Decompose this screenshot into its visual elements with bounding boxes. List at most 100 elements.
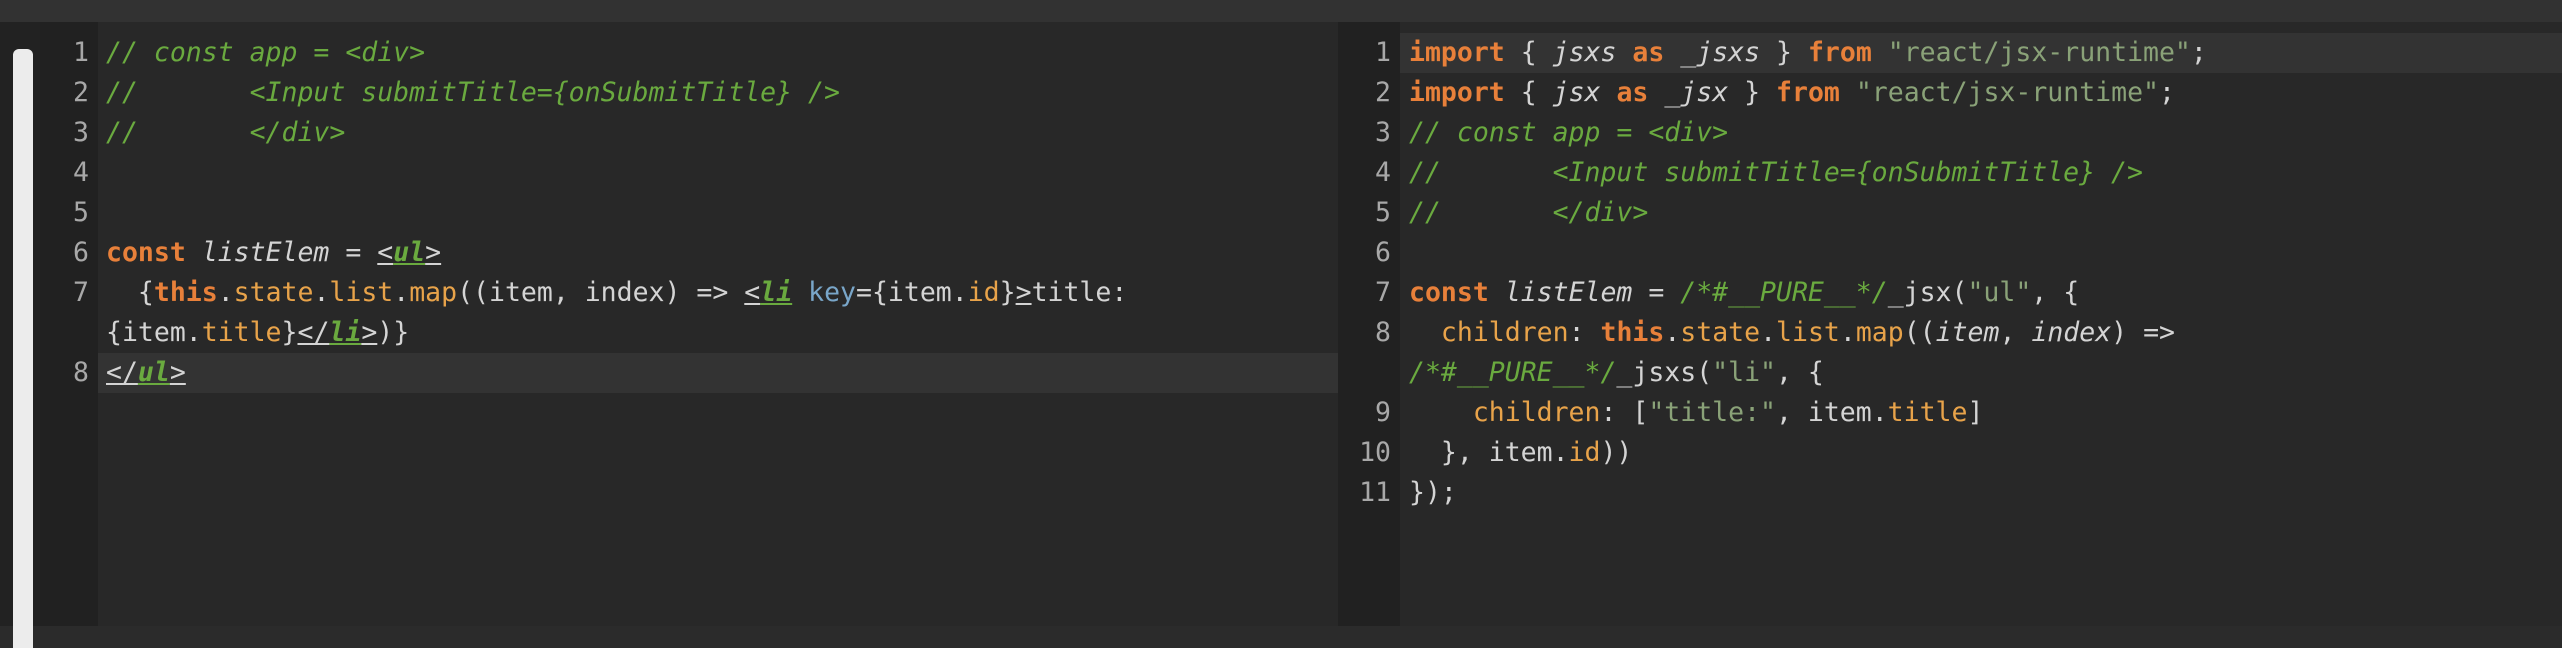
line-number: 8 <box>1375 317 1391 348</box>
code-text: . <box>1760 317 1777 348</box>
code-line[interactable]: 9 children: ["title:", item.title] <box>1338 393 2562 433</box>
line-content[interactable]: // </div> <box>106 113 345 153</box>
line-content[interactable]: children: ["title:", item.title] <box>1409 393 1984 433</box>
output-editor-pane[interactable]: 1 import { jsxs as _jsxs } from "react/j… <box>1338 22 2562 626</box>
jsx-tag: ul <box>137 357 170 388</box>
code-line-wrap[interactable]: /*#__PURE__*/_jsxs("li", { <box>1338 353 2562 393</box>
line-content[interactable]: }, item.id)) <box>1409 433 1632 473</box>
method: map <box>1855 317 1904 348</box>
line-content[interactable]: </ul> <box>106 353 186 393</box>
keyword: as <box>1632 37 1665 68</box>
comment: // const app = <div> <box>1409 117 1729 148</box>
code-line[interactable]: 5 <box>40 193 1338 233</box>
source-editor-pane[interactable]: 1 // const app = <div> 2 // <Input submi… <box>40 22 1338 626</box>
code-line[interactable]: 7 {this.state.list.map((item, index) => … <box>40 273 1338 313</box>
code-text: = <box>1632 277 1681 308</box>
tag-bracket: < <box>744 277 761 308</box>
code-text: { <box>1504 77 1553 108</box>
code-line[interactable]: 6 <box>1338 233 2562 273</box>
line-number: 5 <box>73 197 89 228</box>
comment: // <Input submitTitle={onSubmitTitle} /> <box>106 77 840 108</box>
keyword: this <box>153 277 218 308</box>
line-content[interactable]: // const app = <div> <box>1409 113 1728 153</box>
line-number: 3 <box>73 117 89 148</box>
line-content[interactable]: import { jsxs as _jsxs } from "react/jsx… <box>1409 33 2207 73</box>
code-text: ((item, index) => <box>457 277 745 308</box>
line-content[interactable]: /*#__PURE__*/_jsxs("li", { <box>1409 353 1824 393</box>
scrollbar-track[interactable] <box>0 22 40 648</box>
code-line[interactable]: 2 // <Input submitTitle={onSubmitTitle} … <box>40 73 1338 113</box>
line-content[interactable]: const listElem = <ul> <box>106 233 441 273</box>
comment: // <Input submitTitle={onSubmitTitle} /> <box>1409 157 2143 188</box>
code-line[interactable]: 6 const listElem = <ul> <box>40 233 1338 273</box>
keyword: const <box>1409 277 1489 308</box>
code-text: { <box>1504 37 1553 68</box>
code-text: , { <box>2031 277 2080 308</box>
code-line[interactable]: 2 import { jsx as _jsx } from "react/jsx… <box>1338 73 2562 113</box>
property: title <box>201 317 282 348</box>
code-line[interactable]: 4 // <Input submitTitle={onSubmitTitle} … <box>1338 153 2562 193</box>
code-text: ) => <box>2111 317 2175 348</box>
line-number: 6 <box>73 237 89 268</box>
code-line-current[interactable]: 8 </ul> <box>40 353 1338 393</box>
line-content[interactable]: }); <box>1409 473 1457 513</box>
comment: // const app = <div> <box>106 37 426 68</box>
string-literal: "li" <box>1712 357 1776 388</box>
property: state <box>233 277 314 308</box>
parameter: item <box>1935 317 2000 348</box>
identifier: _jsx <box>1664 77 1729 108</box>
variable-name: listElem <box>201 237 330 268</box>
line-content[interactable]: const listElem = /*#__PURE__*/_jsx("ul",… <box>1409 273 2079 313</box>
line-number: 11 <box>1359 477 1391 508</box>
code-line[interactable]: 5 // </div> <box>1338 193 2562 233</box>
comment: /*#__PURE__*/ <box>1409 357 1617 388</box>
code-line[interactable]: 1 // const app = <div> <box>40 33 1338 73</box>
line-content[interactable]: children: this.state.list.map((item, ind… <box>1409 313 2175 353</box>
line-number: 7 <box>1375 277 1391 308</box>
code-line[interactable]: 3 // const app = <div> <box>1338 113 2562 153</box>
code-line[interactable]: 7 const listElem = /*#__PURE__*/_jsx("ul… <box>1338 273 2562 313</box>
code-line[interactable]: 8 children: this.state.list.map((item, i… <box>1338 313 2562 353</box>
identifier: jsxs <box>1552 37 1617 68</box>
code-line[interactable]: 10 }, item.id)) <box>1338 433 2562 473</box>
jsx-attribute: key <box>808 277 857 308</box>
property: state <box>1680 317 1761 348</box>
code-text: , item. <box>1775 397 1888 428</box>
line-content[interactable]: {this.state.list.map((item, index) => <l… <box>106 273 1127 313</box>
line-content[interactable]: import { jsx as _jsx } from "react/jsx-r… <box>1409 73 2175 113</box>
keyword: const <box>106 237 186 268</box>
string-literal: "react/jsx-runtime" <box>1887 37 2191 68</box>
code-text: )) <box>1600 437 1633 468</box>
code-text: }, item. <box>1409 437 1569 468</box>
code-text: ] <box>1967 397 1984 428</box>
keyword: import <box>1409 37 1505 68</box>
line-content[interactable]: // <Input submitTitle={onSubmitTitle} /> <box>1409 153 2143 193</box>
line-content[interactable]: // </div> <box>1409 193 1648 233</box>
code-line-current[interactable]: 1 import { jsxs as _jsxs } from "react/j… <box>1338 33 2562 73</box>
code-text: : <box>1568 317 1601 348</box>
code-text: } <box>281 317 298 348</box>
code-text: ={item. <box>856 277 968 308</box>
property: children <box>1472 397 1601 428</box>
code-text: , { <box>1775 357 1824 388</box>
line-number: 10 <box>1359 437 1391 468</box>
code-text: }); <box>1409 477 1457 508</box>
line-content[interactable]: // const app = <div> <box>106 33 425 73</box>
line-number: 5 <box>1375 197 1391 228</box>
scrollbar-thumb[interactable] <box>13 49 33 648</box>
line-content[interactable]: {item.title}</li>)} <box>106 313 409 353</box>
method: map <box>409 277 458 308</box>
code-line[interactable]: 11 }); <box>1338 473 2562 513</box>
code-line[interactable]: 3 // </div> <box>40 113 1338 153</box>
line-content[interactable]: // <Input submitTitle={onSubmitTitle} /> <box>106 73 840 113</box>
code-text: . <box>1839 317 1856 348</box>
code-text: _jsxs( <box>1616 357 1713 388</box>
keyword: from <box>1807 37 1872 68</box>
code-line-wrap[interactable]: {item.title}</li>)} <box>40 313 1338 353</box>
code-line[interactable]: 4 <box>40 153 1338 193</box>
line-number: 6 <box>1375 237 1391 268</box>
